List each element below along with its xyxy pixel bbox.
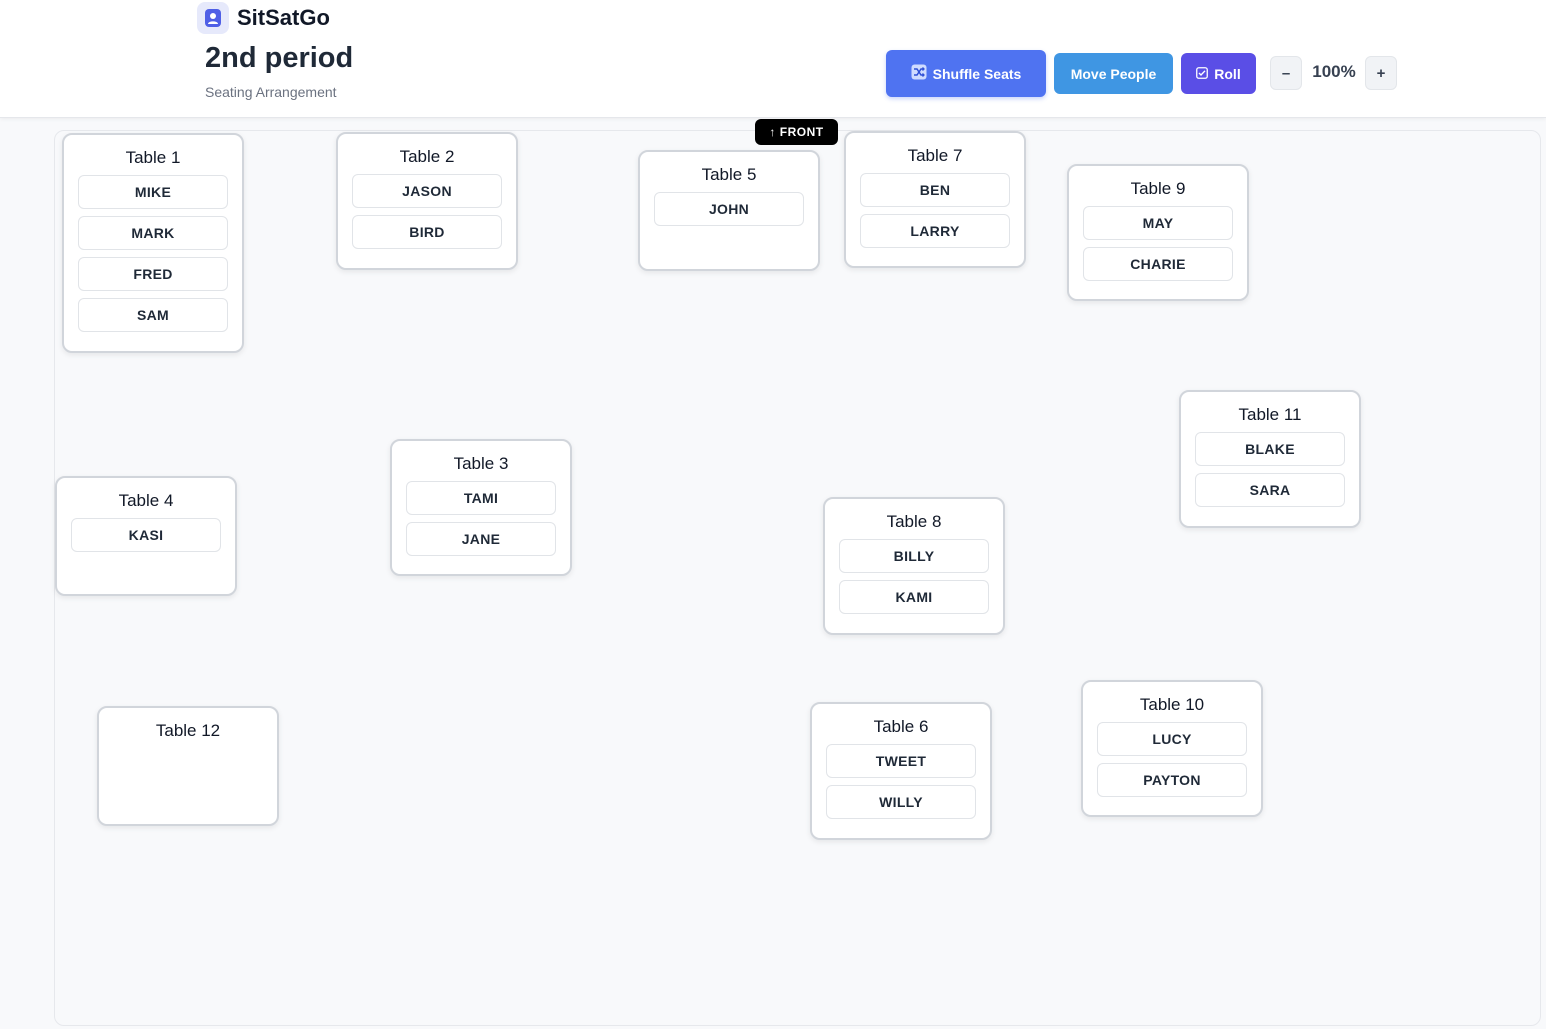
table-card[interactable]: Table 9 MAY CHARIE xyxy=(1067,164,1249,301)
seat[interactable]: JOHN xyxy=(654,192,804,226)
seat[interactable]: TWEET xyxy=(826,744,976,778)
brand[interactable]: SitSatGo xyxy=(197,2,330,34)
seat[interactable]: CHARIE xyxy=(1083,247,1233,281)
seat[interactable]: SARA xyxy=(1195,473,1345,507)
table-title: Table 2 xyxy=(399,147,455,166)
move-people-button[interactable]: Move People xyxy=(1054,53,1173,94)
table-card[interactable]: Table 3 TAMI JANE xyxy=(390,439,572,576)
seat[interactable]: TAMI xyxy=(406,481,556,515)
seat[interactable]: MARK xyxy=(78,216,228,250)
table-title: Table 3 xyxy=(453,454,509,473)
seat[interactable]: LARRY xyxy=(860,214,1010,248)
roll-label: Roll xyxy=(1214,65,1241,82)
seat[interactable]: KASI xyxy=(71,518,221,552)
table-card[interactable]: Table 6 TWEET WILLY xyxy=(810,702,992,840)
table-title: Table 5 xyxy=(701,165,757,184)
seat[interactable]: MAY xyxy=(1083,206,1233,240)
table-title: Table 11 xyxy=(1238,405,1302,424)
zoom-out-button[interactable]: – xyxy=(1270,56,1302,90)
user-badge-icon xyxy=(197,2,229,34)
shuffle-seats-label: Shuffle Seats xyxy=(932,65,1022,82)
seat[interactable]: KAMI xyxy=(839,580,989,614)
seat[interactable]: MIKE xyxy=(78,175,228,209)
brand-name: SitSatGo xyxy=(237,5,330,30)
app-header: SitSatGo 2nd period Seating Arrangement … xyxy=(0,0,1546,118)
move-people-label: Move People xyxy=(1070,65,1157,82)
seat[interactable]: LUCY xyxy=(1097,722,1247,756)
seat[interactable]: FRED xyxy=(78,257,228,291)
seat[interactable]: SAM xyxy=(78,298,228,332)
shuffle-seats-button[interactable]: Shuffle Seats xyxy=(886,50,1046,97)
table-card[interactable]: Table 12 xyxy=(97,706,279,826)
table-title: Table 8 xyxy=(886,512,942,531)
table-card[interactable]: Table 4 KASI xyxy=(55,476,237,596)
table-title: Table 1 xyxy=(125,148,181,167)
table-title: Table 10 xyxy=(1139,695,1205,714)
table-title: Table 7 xyxy=(907,146,963,165)
seat[interactable]: JASON xyxy=(352,174,502,208)
table-title: Table 9 xyxy=(1130,179,1186,198)
table-title: Table 6 xyxy=(873,717,929,736)
seat[interactable]: PAYTON xyxy=(1097,763,1247,797)
page-title: 2nd period xyxy=(205,42,354,74)
table-card[interactable]: Table 10 LUCY PAYTON xyxy=(1081,680,1263,817)
zoom-in-button[interactable]: + xyxy=(1365,56,1397,90)
shuffle-icon xyxy=(911,64,927,83)
table-card[interactable]: Table 7 BEN LARRY xyxy=(844,131,1026,268)
page-subtitle: Seating Arrangement xyxy=(205,84,337,100)
seat[interactable]: BIRD xyxy=(352,215,502,249)
table-card[interactable]: Table 2 JASON BIRD xyxy=(336,132,518,270)
table-title: Table 12 xyxy=(155,721,221,740)
seat[interactable]: BEN xyxy=(860,173,1010,207)
table-title: Table 4 xyxy=(118,491,174,510)
front-marker: ↑ FRONT xyxy=(755,119,838,145)
seat[interactable]: JANE xyxy=(406,522,556,556)
table-card[interactable]: Table 5 JOHN xyxy=(638,150,820,271)
checkbox-icon xyxy=(1196,66,1209,82)
table-card[interactable]: Table 8 BILLY KAMI xyxy=(823,497,1005,635)
seat[interactable]: BLAKE xyxy=(1195,432,1345,466)
seat[interactable]: WILLY xyxy=(826,785,976,819)
table-card[interactable]: Table 11 BLAKE SARA xyxy=(1179,390,1361,528)
zoom-level: 100% xyxy=(1312,62,1356,81)
roll-button[interactable]: Roll xyxy=(1181,53,1256,94)
table-card[interactable]: Table 1 MIKE MARK FRED SAM xyxy=(62,133,244,353)
seat[interactable]: BILLY xyxy=(839,539,989,573)
